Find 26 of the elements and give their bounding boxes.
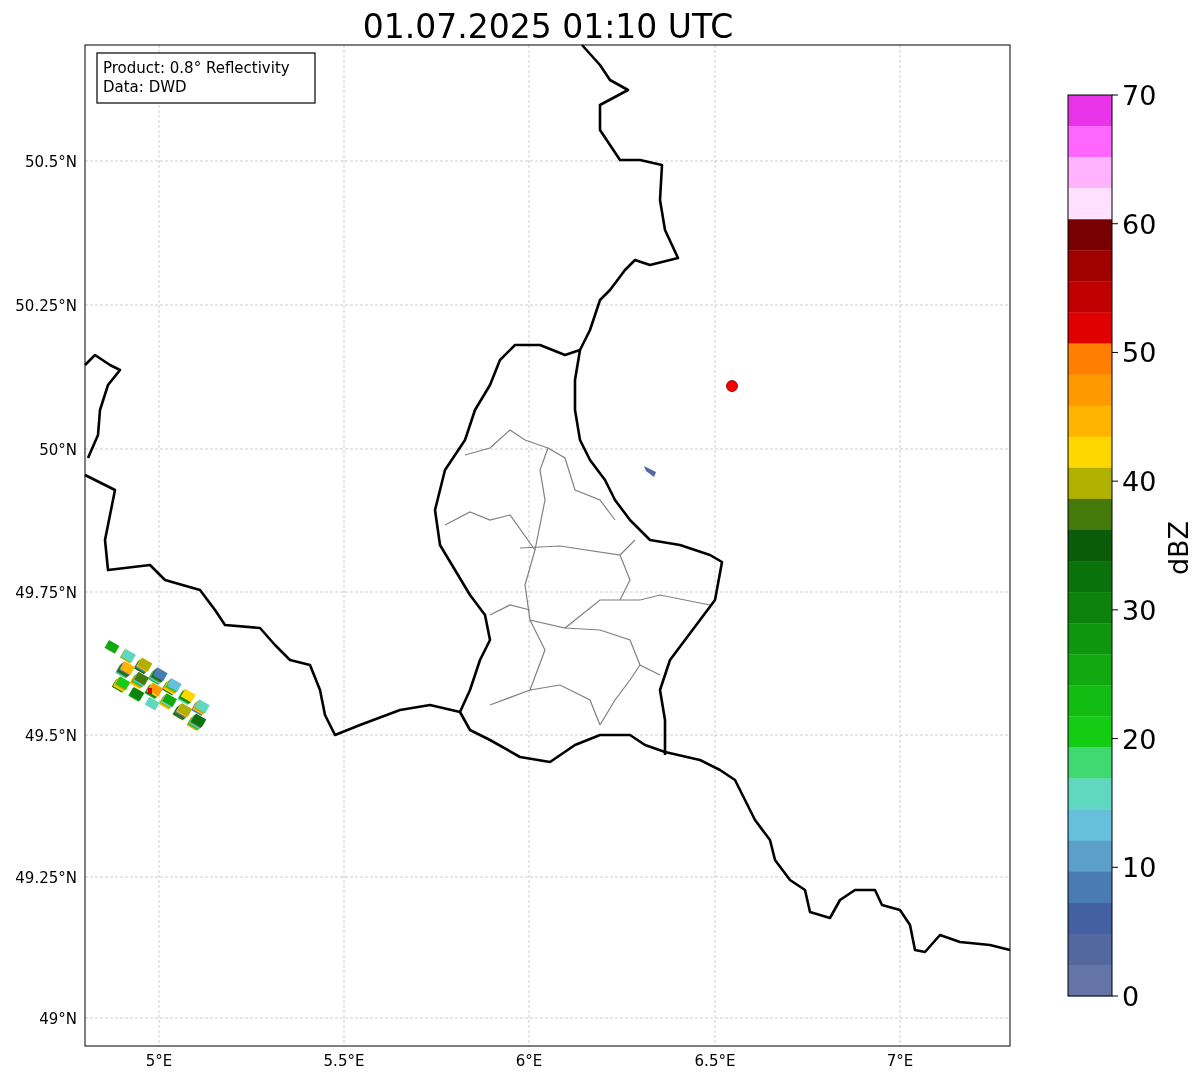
colorbar-title: dBZ — [1163, 520, 1194, 576]
longitude-label: 6°E — [515, 1052, 543, 1070]
latitude-label: 49°N — [39, 1010, 77, 1028]
colorbar-tick-label: 70 — [1122, 80, 1157, 111]
colorbar-tick-label: 20 — [1122, 723, 1157, 755]
colorbar-tick-label: 10 — [1122, 852, 1157, 884]
latitude-label: 50°N — [39, 441, 77, 459]
colorbar-tick-label: 60 — [1122, 208, 1157, 240]
longitude-label: 7°E — [886, 1052, 914, 1070]
colorbar-tick-label: 50 — [1122, 337, 1157, 369]
info-text: Data: DWD — [103, 78, 187, 96]
latitude-label: 50.5°N — [24, 153, 77, 171]
info-text: Product: 0.8° Reflectivity — [103, 59, 290, 77]
radar-echo-speck — [644, 466, 656, 477]
latitude-label: 50.25°N — [15, 297, 77, 315]
latitude-label: 49.5°N — [24, 727, 77, 745]
colorbar-tick-label: 0 — [1122, 981, 1140, 1012]
latitude-label: 49.75°N — [15, 584, 77, 602]
latitude-label: 49.25°N — [15, 869, 77, 887]
figure-title: 01.07.2025 01:10 UTC — [362, 7, 734, 46]
colorbar-tick-label: 40 — [1122, 466, 1157, 498]
radar-site-marker — [726, 380, 738, 392]
colorbar-tick-label: 30 — [1122, 594, 1157, 626]
longitude-label: 5°E — [145, 1052, 173, 1070]
longitude-label: 6.5°E — [694, 1052, 736, 1070]
longitude-label: 5.5°E — [323, 1052, 365, 1070]
